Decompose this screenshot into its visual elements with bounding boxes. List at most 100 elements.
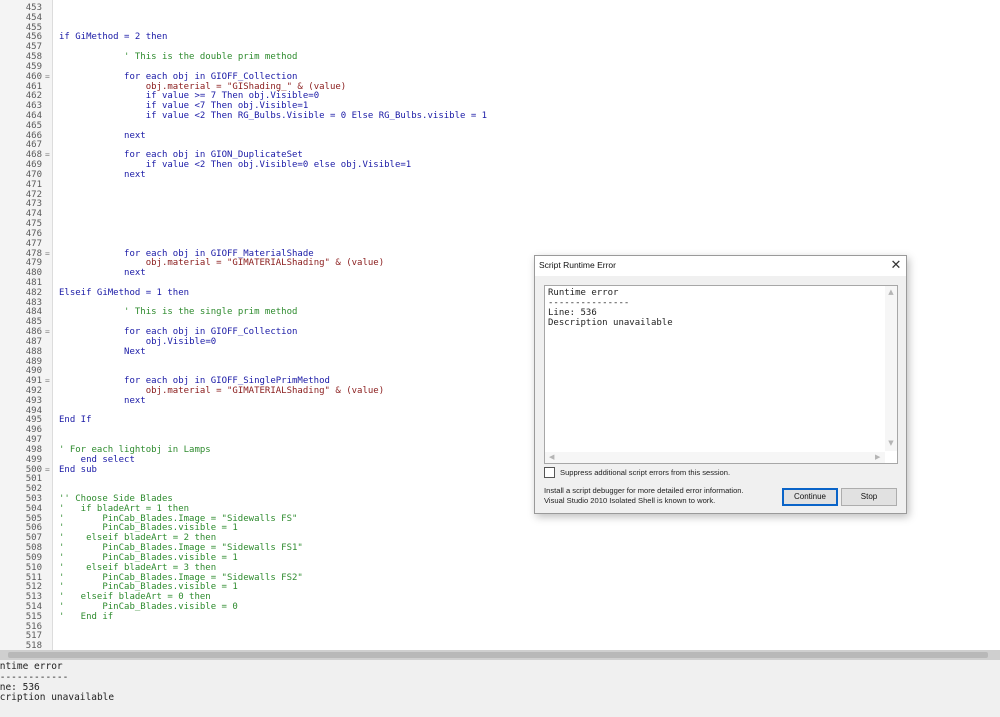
fold-marker-icon[interactable]: =	[45, 465, 53, 475]
code-text: ' This is the double prim method	[124, 52, 297, 62]
line-number: 474	[25, 209, 42, 220]
scroll-left-icon[interactable]: ◀	[549, 453, 554, 461]
code-token: obj.Visible=0	[145, 336, 217, 347]
fold-marker-icon[interactable]: =	[45, 72, 53, 82]
line-number: 514	[25, 602, 42, 613]
fold-marker-icon[interactable]: =	[45, 249, 53, 259]
suppress-errors-checkbox[interactable]	[544, 466, 555, 478]
line-number: 503	[25, 494, 42, 504]
code-text: ' PinCab_Blades.Image = "Sidewalls FS"	[59, 514, 297, 524]
code-text: if GiMethod = 2 then	[59, 32, 167, 42]
code-text: end select	[81, 455, 135, 465]
error-message-box[interactable]: Runtime error --------------- Line: 536 …	[544, 285, 898, 464]
scroll-right-icon[interactable]: ▶	[875, 453, 880, 461]
line-number: 464	[25, 111, 42, 122]
code-text: obj.material = "GIShading_" & (value)	[146, 82, 346, 92]
debugger-info-line: Install a script debugger for more detai…	[544, 486, 744, 495]
line-number: 459	[25, 61, 42, 72]
gutter-divider	[52, 0, 53, 650]
dialog-title: Script Runtime Error	[539, 260, 616, 270]
stop-button[interactable]: Stop	[841, 488, 897, 506]
code-text: Elseif GiMethod = 1 then	[59, 288, 189, 298]
code-text: for each obj in GION_DuplicateSet	[124, 150, 303, 160]
code-token: ' elseif bladeArt = 2 then	[59, 533, 217, 544]
code-text: obj.material = "GIMATERIALShading" & (va…	[146, 258, 384, 268]
dialog-titlebar[interactable]: Script Runtime Error ✕	[535, 256, 906, 276]
code-text: ' PinCab_Blades.visible = 1	[59, 582, 238, 592]
code-token: ' PinCab_Blades.Image = "Sidewalls FS1"	[59, 543, 303, 554]
line-number: 486	[25, 327, 42, 338]
horizontal-scrollbar-thumb[interactable]	[8, 652, 988, 658]
code-text: next	[124, 268, 146, 278]
error-message-text: Runtime error --------------- Line: 536 …	[548, 288, 884, 448]
code-token: ' PinCab_Blades.visible = 1	[59, 523, 238, 534]
code-token: obj.material = "GIMATERIALShading" & (va…	[145, 385, 385, 396]
continue-button[interactable]: Continue	[782, 488, 838, 506]
code-token: ' if bladeArt = 1 then	[59, 503, 190, 514]
line-number: 516	[25, 621, 42, 632]
line-number: 453	[25, 3, 42, 13]
line-number: 509	[25, 552, 42, 563]
code-token: end select	[80, 454, 135, 465]
close-icon[interactable]: ✕	[887, 257, 905, 275]
code-token: for each obj in GIOFF_SinglePrimMethod	[124, 376, 330, 387]
code-text: ' This is the single prim method	[124, 307, 297, 317]
line-number: 505	[25, 513, 42, 524]
line-number: 462	[25, 91, 42, 102]
code-text: for each obj in GIOFF_Collection	[124, 327, 297, 337]
line-number: 498	[25, 444, 42, 455]
line-number: 458	[25, 52, 42, 63]
line-number: 470	[25, 169, 42, 180]
line-number: 513	[25, 592, 42, 603]
line-number: 499	[25, 454, 42, 465]
code-text: obj.Visible=0	[146, 337, 216, 347]
code-token: if value <7 Then obj.Visible=1	[145, 101, 309, 112]
code-token: ' elseif bladeArt = 0 then	[59, 592, 211, 603]
scroll-up-icon[interactable]: ▲	[887, 288, 895, 296]
code-text: for each obj in GIOFF_Collection	[124, 72, 297, 82]
code-token: for each obj in GIOFF_MaterialShade	[124, 248, 314, 259]
code-token: '' Choose Side Blades	[59, 494, 173, 504]
code-token: for each obj in GIOFF_Collection	[124, 327, 298, 338]
code-token: ' End if	[59, 611, 114, 622]
code-text: if value <2 Then obj.Visible=0 else obj.…	[146, 160, 412, 170]
code-text: if value <2 Then RG_Bulbs.Visible = 0 El…	[146, 111, 487, 121]
code-text: End If	[59, 415, 92, 425]
scroll-down-icon[interactable]: ▼	[887, 439, 895, 447]
line-number: 502	[25, 484, 42, 495]
code-text: End sub	[59, 465, 97, 475]
line-number: 508	[25, 543, 42, 554]
output-pane: untime error ------------- ine: 536 scri…	[0, 660, 1000, 717]
code-text: ' elseif bladeArt = 0 then	[59, 592, 211, 602]
fold-marker-icon[interactable]: =	[45, 150, 53, 160]
output-line: untime error	[0, 661, 63, 672]
code-text: ' PinCab_Blades.visible = 0	[59, 602, 238, 612]
message-horizontal-scrollbar[interactable]: ◀ ▶	[545, 452, 885, 463]
fold-marker-icon[interactable]: =	[45, 327, 53, 337]
line-number: 477	[25, 238, 42, 249]
line-number: 481	[25, 277, 42, 288]
code-text: ' elseif bladeArt = 3 then	[59, 563, 216, 573]
code-text: ' For each lightobj in Lamps	[59, 445, 211, 455]
code-text: ' PinCab_Blades.visible = 1	[59, 553, 238, 563]
fold-marker-icon[interactable]: =	[45, 376, 53, 386]
line-number: 491	[25, 376, 42, 387]
code-token: obj.material = "GIMATERIALShading" & (va…	[145, 258, 385, 269]
line-number: 484	[25, 307, 42, 318]
script-runtime-error-dialog: Script Runtime Error ✕ Runtime error ---…	[534, 255, 907, 514]
line-number: 479	[25, 258, 42, 269]
line-number: 511	[25, 572, 42, 583]
horizontal-scrollbar[interactable]	[0, 650, 1000, 660]
message-vertical-scrollbar[interactable]: ▲ ▼	[885, 286, 897, 451]
code-token: if value <2 Then obj.Visible=0 else obj.…	[145, 160, 412, 171]
code-token: next	[124, 169, 146, 180]
line-number: 507	[25, 533, 42, 544]
code-token: ' This is the single prim method	[124, 307, 298, 318]
suppress-errors-option[interactable]: Suppress additional script errors from t…	[544, 466, 730, 478]
debugger-info-line: Visual Studio 2010 Isolated Shell is kno…	[544, 495, 716, 505]
code-text: ' PinCab_Blades.Image = "Sidewalls FS2"	[59, 573, 303, 583]
line-number: 490	[25, 366, 42, 377]
line-number: 501	[25, 474, 42, 485]
code-token: next	[124, 395, 146, 406]
suppress-errors-label: Suppress additional script errors from t…	[560, 467, 731, 477]
